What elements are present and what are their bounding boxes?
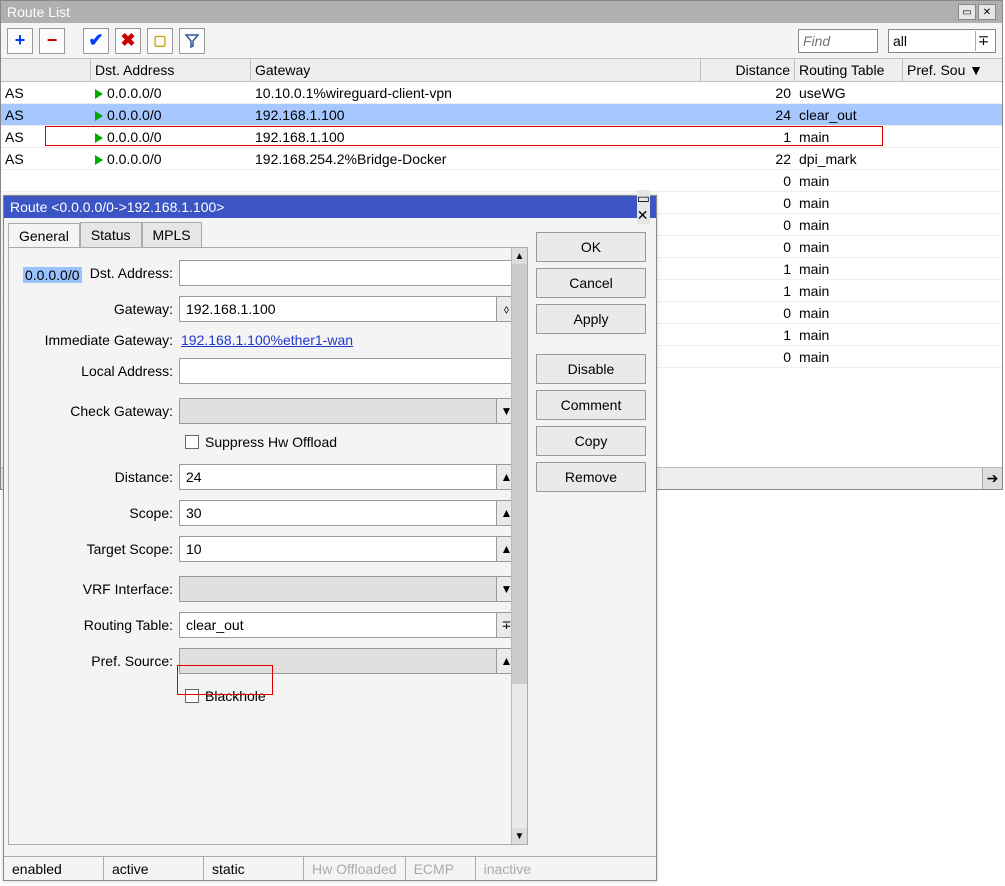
col-dst[interactable]: Dst. Address (91, 59, 251, 81)
titlebar[interactable]: Route List ▭ ✕ (1, 1, 1002, 23)
remove-button[interactable]: − (39, 28, 65, 54)
chevron-down-icon[interactable]: ▼ (969, 62, 983, 78)
blackhole-checkbox[interactable]: Blackhole (185, 688, 266, 704)
find-input[interactable] (798, 29, 878, 53)
col-gateway[interactable]: Gateway (251, 59, 701, 81)
active-route-icon (95, 155, 103, 165)
status-hw: Hw Offloaded (304, 857, 406, 880)
vrf-interface-select[interactable] (179, 576, 497, 602)
check-gateway-select[interactable] (179, 398, 497, 424)
filter-select-value: all (893, 33, 907, 49)
status-static: static (204, 857, 304, 880)
scroll-right-icon[interactable]: ➔ (982, 468, 1002, 489)
routing-table-select[interactable] (179, 612, 497, 638)
scroll-down-icon[interactable]: ▼ (512, 828, 527, 844)
table-row[interactable]: AS0.0.0.0/010.10.0.1%wireguard-client-vp… (1, 82, 1002, 104)
dialog-minimize-icon[interactable]: ▭ (637, 190, 650, 207)
pref-source-input[interactable] (179, 648, 497, 674)
disable-button[interactable]: ✖ (115, 28, 141, 54)
col-flags[interactable] (1, 59, 91, 81)
label-target-scope: Target Scope: (19, 541, 179, 557)
col-routing-table[interactable]: Routing Table (795, 59, 903, 81)
suppress-hw-checkbox[interactable]: Suppress Hw Offload (185, 434, 337, 450)
gateway-input[interactable] (179, 296, 497, 322)
form-pane: Dst. Address: 0.0.0.0/0 Gateway: ⬨ Immed… (8, 247, 528, 845)
tab-mpls[interactable]: MPLS (142, 222, 202, 247)
label-vrf: VRF Interface: (19, 581, 179, 597)
dropdown-icon[interactable]: ∓ (975, 31, 991, 51)
window-close-icon[interactable]: ✕ (978, 4, 996, 20)
scroll-up-icon[interactable]: ▲ (512, 248, 527, 264)
local-address-input[interactable] (179, 358, 517, 384)
table-row[interactable]: AS0.0.0.0/0192.168.1.10024clear_out (1, 104, 1002, 126)
grid-header[interactable]: Dst. Address Gateway Distance Routing Ta… (1, 59, 1002, 82)
toolbar: + − ✔ ✖ ▢ all ∓ (1, 23, 1002, 59)
label-pref-source: Pref. Source: (19, 653, 179, 669)
comment-button[interactable]: ▢ (147, 28, 173, 54)
copy-button[interactable]: Copy (536, 426, 646, 456)
status-enabled: enabled (4, 857, 104, 880)
active-route-icon (95, 89, 103, 99)
label-distance: Distance: (19, 469, 179, 485)
col-pref-source[interactable]: Pref. Sou▼ (903, 59, 987, 81)
disable-button[interactable]: Disable (536, 354, 646, 384)
table-row[interactable]: AS0.0.0.0/0192.168.1.1001main (1, 126, 1002, 148)
col-distance[interactable]: Distance (701, 59, 795, 81)
status-ecmp: ECMP (406, 857, 476, 880)
tab-general[interactable]: General (8, 223, 80, 248)
label-gateway: Gateway: (19, 301, 179, 317)
dialog-title: Route <0.0.0.0/0->192.168.1.100> (10, 199, 224, 215)
scope-input[interactable] (179, 500, 497, 526)
filter-select[interactable]: all ∓ (888, 29, 996, 53)
filter-button[interactable] (179, 28, 205, 54)
tab-status[interactable]: Status (80, 222, 142, 247)
dialog-buttons: OK Cancel Apply Disable Comment Copy Rem… (536, 232, 646, 492)
window-title: Route List (7, 4, 70, 20)
immediate-gateway-link[interactable]: 192.168.1.100%ether1-wan (179, 332, 353, 348)
comment-button[interactable]: Comment (536, 390, 646, 420)
label-check-gw: Check Gateway: (19, 403, 179, 419)
active-route-icon (95, 133, 103, 143)
distance-input[interactable] (179, 464, 497, 490)
label-local: Local Address: (19, 363, 179, 379)
dialog-titlebar[interactable]: Route <0.0.0.0/0->192.168.1.100> ▭ ✕ (4, 196, 656, 218)
apply-button[interactable]: Apply (536, 304, 646, 334)
scrollbar-thumb[interactable] (512, 264, 527, 684)
remove-button[interactable]: Remove (536, 462, 646, 492)
label-scope: Scope: (19, 505, 179, 521)
active-route-icon (95, 111, 103, 121)
ok-button[interactable]: OK (536, 232, 646, 262)
window-minimize-icon[interactable]: ▭ (958, 4, 976, 20)
label-routing-table: Routing Table: (19, 617, 179, 633)
form-v-scrollbar[interactable]: ▲ ▼ (511, 248, 527, 844)
dst-address-input[interactable] (179, 260, 517, 286)
cancel-button[interactable]: Cancel (536, 268, 646, 298)
target-scope-input[interactable] (179, 536, 497, 562)
table-row[interactable]: 0main (1, 170, 1002, 192)
route-dialog: Route <0.0.0.0/0->192.168.1.100> ▭ ✕ Gen… (3, 195, 657, 881)
table-row[interactable]: AS0.0.0.0/0192.168.254.2%Bridge-Docker22… (1, 148, 1002, 170)
status-active: active (104, 857, 204, 880)
label-immediate-gw: Immediate Gateway: (19, 332, 179, 348)
enable-button[interactable]: ✔ (83, 28, 109, 54)
dialog-close-icon[interactable]: ✕ (637, 207, 650, 224)
add-button[interactable]: + (7, 28, 33, 54)
status-inactive: inactive (476, 857, 576, 880)
dialog-statusbar: enabled active static Hw Offloaded ECMP … (4, 856, 656, 880)
